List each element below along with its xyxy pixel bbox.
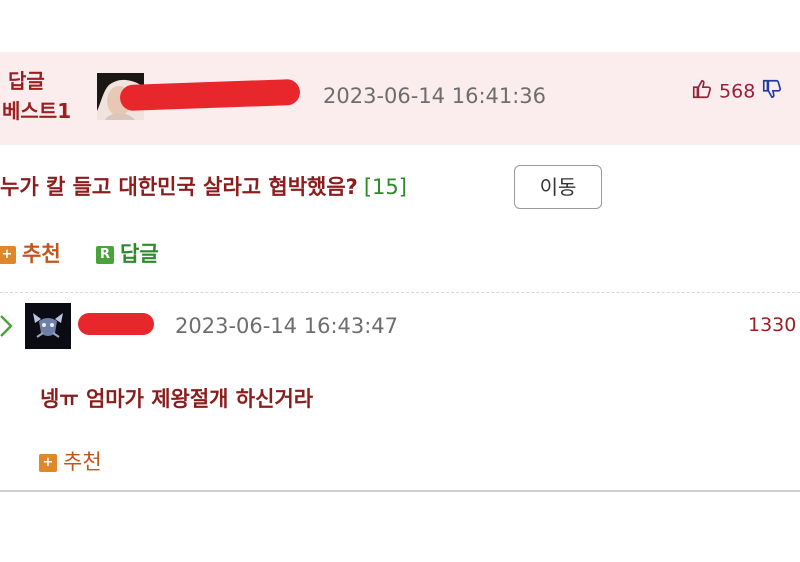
reply-user-id: 1330: [748, 314, 797, 336]
reply-recommend-label: 추천: [63, 450, 102, 474]
divider: [0, 292, 800, 293]
reply-text: 넹ㅠ 엄마가 제왕절개 하신거라: [40, 387, 314, 411]
reply-recommend-button[interactable]: + 추천: [39, 446, 102, 476]
upvote-count: 568: [719, 80, 756, 103]
comment-count: [15]: [363, 175, 407, 199]
best-label-line1: 답글: [8, 69, 45, 93]
reply-timestamp: 2023-06-14 16:43:47: [175, 314, 399, 338]
recommend-button[interactable]: + 추천: [0, 238, 61, 268]
best-reply-label: 답글 베스트1: [2, 66, 71, 126]
thumbs-down-icon[interactable]: [761, 78, 783, 105]
redacted-username: [78, 313, 154, 335]
recommend-label: 추천: [22, 242, 61, 266]
thumbs-up-icon[interactable]: [691, 78, 713, 105]
best-label-line2: 베스트1: [2, 99, 72, 123]
post-title-text[interactable]: 누가 칼 들고 대한민국 살라고 협박했음?: [0, 175, 358, 199]
plus-icon: +: [0, 246, 16, 264]
reply-button[interactable]: R 답글: [96, 238, 159, 268]
reply-r-icon: R: [96, 246, 114, 264]
reply-label: 답글: [120, 242, 159, 266]
post-title[interactable]: 누가 칼 들고 대한민국 살라고 협박했음? [15]: [0, 171, 407, 201]
plus-icon: +: [39, 454, 57, 472]
avatar[interactable]: [25, 303, 71, 349]
vote-area: 568: [691, 78, 783, 105]
move-button[interactable]: 이동: [514, 165, 602, 209]
divider: [0, 490, 800, 492]
reply-arrow-icon: [0, 313, 14, 343]
best-reply-timestamp: 2023-06-14 16:41:36: [323, 84, 547, 108]
